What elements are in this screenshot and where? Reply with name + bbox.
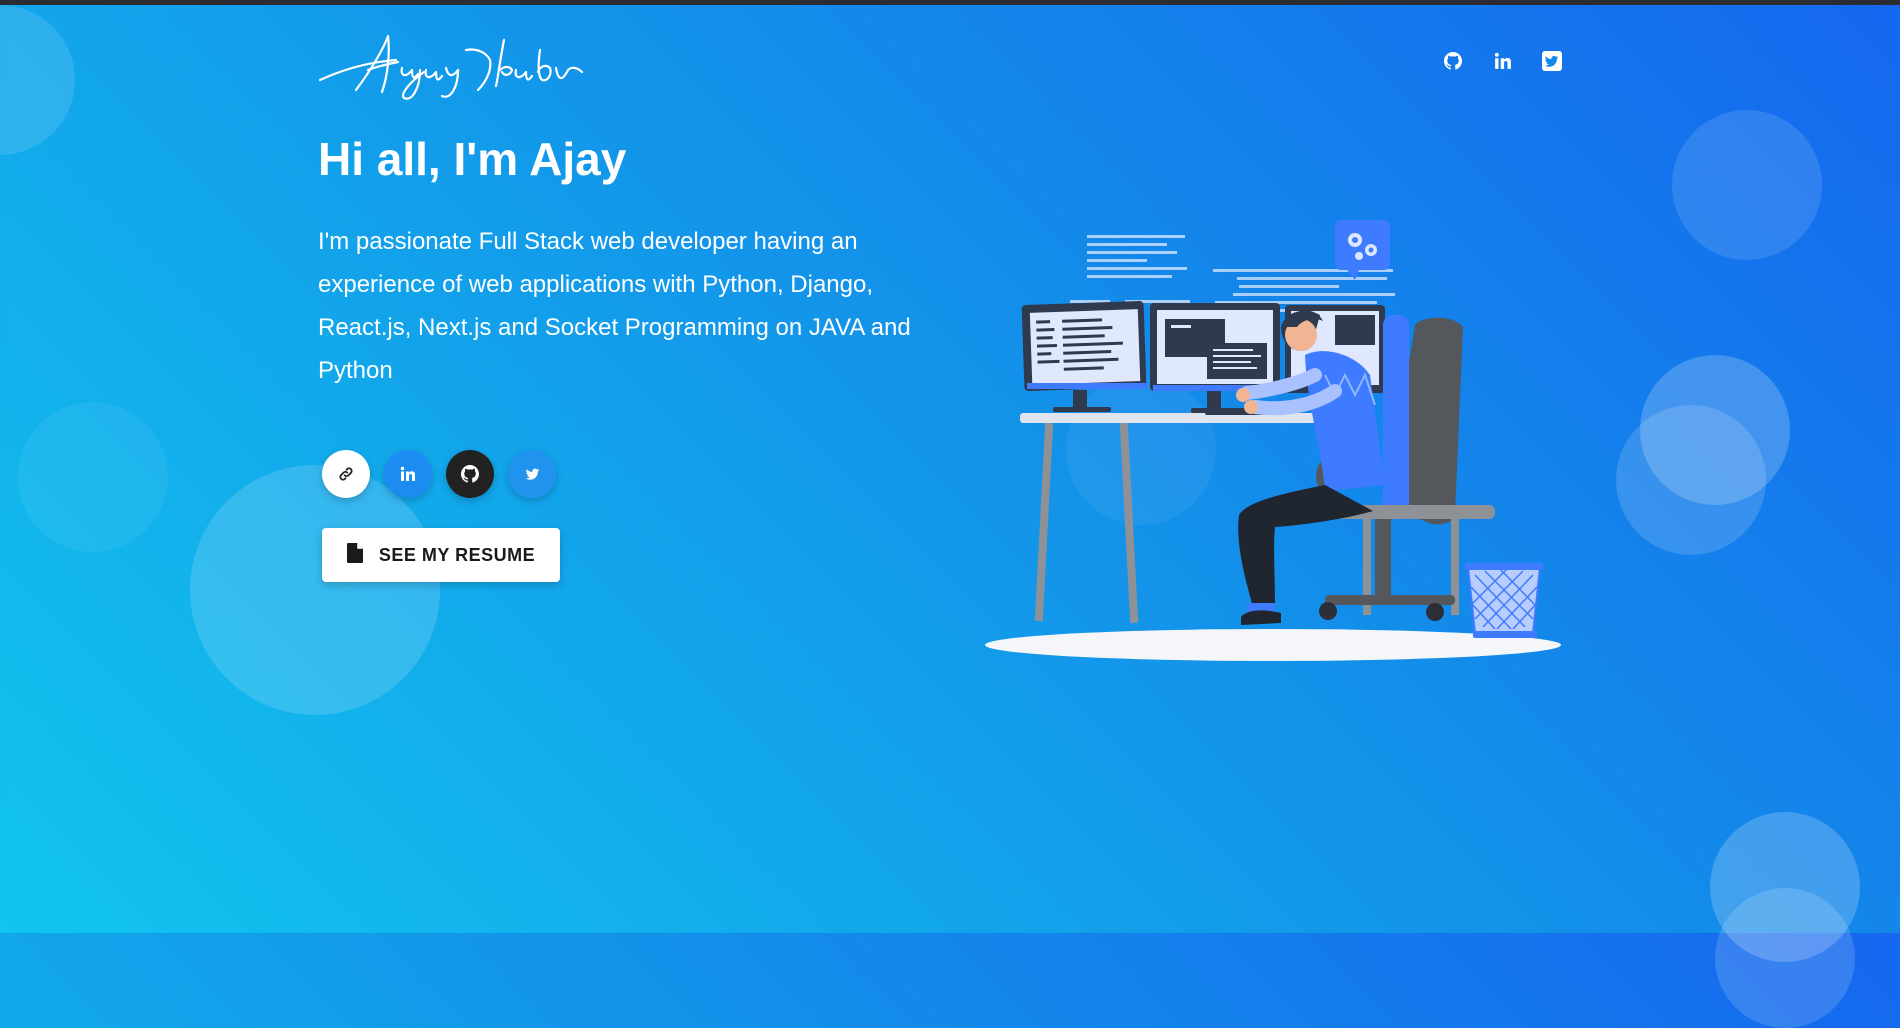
hero-social-links [322, 450, 556, 498]
linkedin-icon[interactable] [1490, 48, 1516, 74]
browser-top-edge [0, 0, 1900, 5]
bg-bubble [1672, 110, 1822, 260]
twitter-icon[interactable] [508, 450, 556, 498]
linkedin-icon[interactable] [384, 450, 432, 498]
github-icon[interactable] [446, 450, 494, 498]
bg-bubble [1616, 405, 1766, 555]
github-icon[interactable] [1440, 48, 1466, 74]
bg-bubble [190, 465, 440, 715]
twitter-square-icon[interactable] [1539, 48, 1565, 74]
link-icon[interactable] [322, 450, 370, 498]
file-icon [346, 542, 363, 568]
bg-bubble [1715, 888, 1855, 1028]
developer-at-desk-illustration [985, 220, 1561, 661]
header-social-links [1440, 48, 1565, 74]
signature-logo[interactable] [316, 30, 586, 102]
hero-intro: I'm passionate Full Stack web developer … [318, 228, 911, 384]
see-resume-label: SEE MY RESUME [378, 544, 536, 565]
bg-bubble [18, 402, 168, 552]
bg-bubble [0, 5, 75, 155]
see-resume-button[interactable]: SEE MY RESUME [322, 528, 560, 582]
hero-greeting: Hi all, I'm Ajay [318, 133, 627, 185]
